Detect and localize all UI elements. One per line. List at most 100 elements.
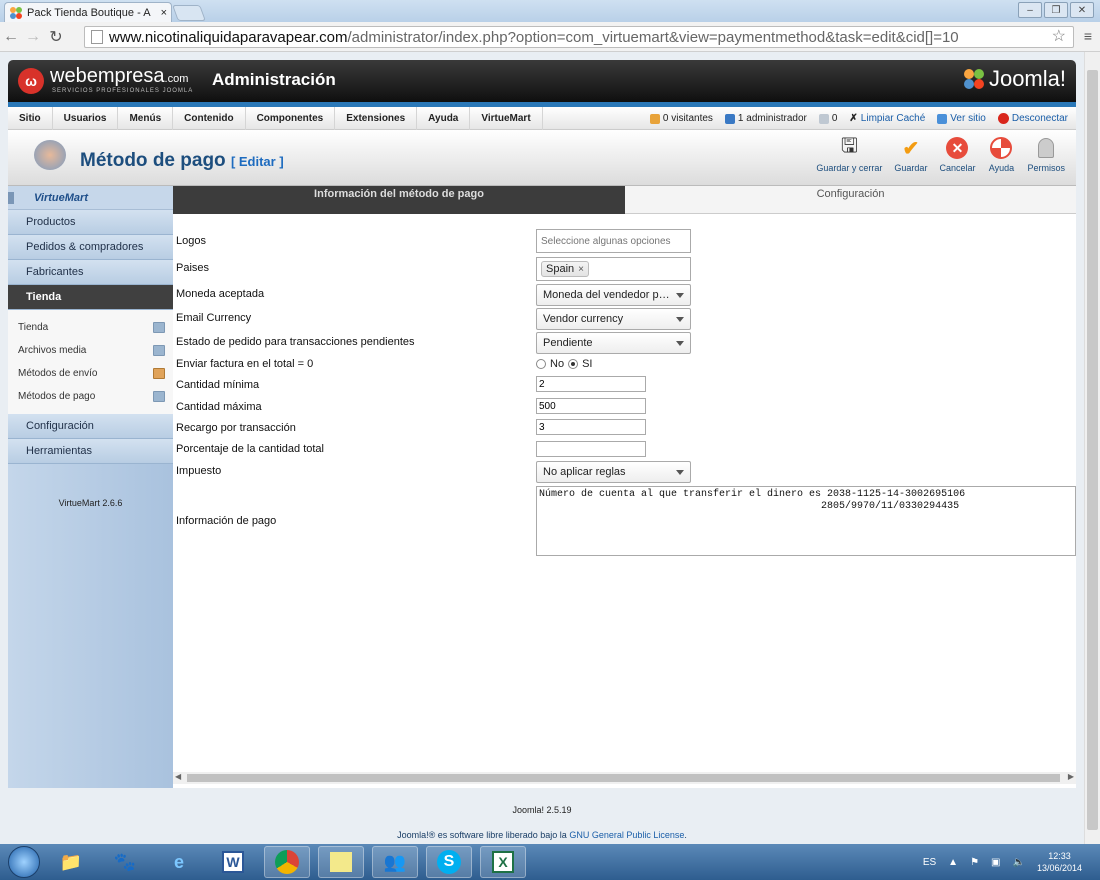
radio-yes[interactable] (568, 359, 579, 369)
country-chip: Spain × (541, 261, 589, 277)
messages-text: 0 (831, 113, 838, 124)
sidebar-item-pedidos[interactable]: Pedidos & compradores (8, 235, 173, 260)
minimize-icon[interactable]: – (1018, 2, 1042, 18)
url-host: www.nicotinaliquidaparavapear.com (109, 28, 348, 46)
sidebar-item-herramientas[interactable]: Herramientas (8, 439, 173, 464)
invoice-label: Enviar factura en el total = 0 (176, 358, 314, 370)
flag-icon[interactable]: ⚑ (970, 857, 979, 868)
skype-icon[interactable]: S (426, 846, 472, 878)
bookmark-star-icon[interactable]: ☆ (1052, 26, 1066, 46)
page-vertical-scrollbar[interactable] (1084, 52, 1100, 844)
close-window-icon[interactable]: ✕ (1070, 2, 1094, 18)
permissions-button[interactable]: Permisos (1024, 136, 1068, 173)
tab-configuration[interactable]: Configuración (625, 186, 1076, 214)
chip-remove-icon[interactable]: × (578, 264, 584, 275)
horizontal-scroll-thumb[interactable] (187, 774, 1060, 782)
page-scroll-thumb[interactable] (1087, 70, 1098, 830)
fee-input[interactable] (536, 419, 646, 435)
menu-ayuda[interactable]: Ayuda (417, 106, 471, 130)
chrome-icon[interactable] (264, 846, 310, 878)
save-close-button[interactable]: 🖫 Guardar y cerrar (813, 135, 885, 173)
explorer-icon[interactable]: 📁 (48, 846, 94, 878)
radio-yes-label: SI (582, 358, 593, 370)
word-icon[interactable]: W (210, 846, 256, 878)
sidebar-collapse-handle[interactable] (8, 192, 14, 204)
currency-select[interactable]: Moneda del vendedor p… (536, 284, 691, 306)
maximize-icon[interactable]: ❐ (1044, 2, 1068, 18)
volume-icon[interactable]: 🔈 (1013, 857, 1025, 868)
sidebar-item-tienda[interactable]: Tienda (8, 285, 173, 310)
radio-no[interactable] (536, 359, 546, 369)
help-label: Ayuda (988, 163, 1015, 173)
network-icon[interactable]: ▣ (991, 857, 1000, 868)
tab-payment-info[interactable]: Información del método de pago (173, 186, 625, 214)
menu-sitio[interactable]: Sitio (8, 106, 53, 130)
excel-icon[interactable]: X (480, 846, 526, 878)
tab-close-icon[interactable]: × (161, 7, 167, 19)
min-qty-input[interactable] (536, 376, 646, 392)
checkmark-icon: ✔ (902, 137, 920, 160)
help-button[interactable]: Ayuda (984, 136, 1018, 173)
pending-status-select[interactable]: Pendiente (536, 332, 691, 354)
browser-menu-icon[interactable]: ≡ (1084, 28, 1092, 44)
internet-explorer-icon[interactable]: e (156, 846, 202, 878)
save-button[interactable]: ✔ Guardar (891, 136, 930, 174)
clock[interactable]: 12:33 13/06/2014 (1037, 850, 1082, 874)
sidebar-sub-media[interactable]: Archivos media (8, 339, 173, 362)
horizontal-scrollbar[interactable]: ◀ ▶ (173, 772, 1076, 784)
menu-contenido[interactable]: Contenido (173, 106, 246, 130)
view-site-link[interactable]: Ver sitio (937, 113, 986, 124)
tray-expand-icon[interactable]: ▲ (948, 857, 958, 868)
scroll-left-icon[interactable]: ◀ (175, 772, 181, 781)
contacts-icon[interactable]: 👥 (372, 846, 418, 878)
tax-select[interactable]: No aplicar reglas (536, 461, 691, 483)
language-indicator[interactable]: ES (923, 857, 936, 868)
tab-title: Pack Tienda Boutique - A (27, 6, 151, 19)
reload-icon[interactable]: ↻ (44, 27, 68, 47)
sidebar-item-productos[interactable]: Productos (8, 210, 173, 235)
cancel-button[interactable]: ✕ Cancelar (936, 136, 978, 173)
percent-field (536, 441, 646, 457)
virtuemart-sidebar: VirtueMart Productos Pedidos & comprador… (8, 186, 173, 788)
address-bar[interactable]: www.nicotinaliquidaparavapear.com/admini… (84, 26, 1074, 48)
email-currency-select[interactable]: Vendor currency (536, 308, 691, 330)
save-label: Guardar (894, 163, 928, 173)
menu-extensiones[interactable]: Extensiones (335, 106, 418, 130)
menu-componentes[interactable]: Componentes (246, 106, 336, 130)
logout-link[interactable]: Desconectar (997, 113, 1068, 124)
clear-cache-link[interactable]: ✗ Limpiar Caché (849, 113, 925, 124)
max-qty-input[interactable] (536, 398, 646, 414)
start-button[interactable] (8, 846, 40, 878)
browser-tab[interactable]: Pack Tienda Boutique - A × (4, 2, 172, 22)
messages-icon (818, 113, 829, 124)
currency-field: Moneda del vendedor p… (536, 284, 691, 306)
payinfo-textarea[interactable]: Número de cuenta al que transferir el di… (536, 486, 1076, 556)
percent-input[interactable] (536, 441, 646, 457)
messages-status[interactable]: 0 (818, 113, 838, 124)
payment-method-icon (34, 140, 66, 170)
joomla-logo-text: Joomla! (988, 66, 1066, 91)
radio-no-label: No (550, 358, 565, 370)
menu-virtuemart[interactable]: VirtueMart (470, 106, 543, 130)
new-tab-button[interactable] (172, 5, 206, 21)
menu-usuarios[interactable]: Usuarios (53, 106, 119, 130)
sticky-notes-icon[interactable] (318, 846, 364, 878)
gimp-icon[interactable]: 🐾 (102, 846, 148, 878)
sidebar-item-fabricantes[interactable]: Fabricantes (8, 260, 173, 285)
forward-icon[interactable]: → (22, 28, 44, 46)
license-link[interactable]: GNU General Public License (569, 830, 684, 840)
scroll-right-icon[interactable]: ▶ (1068, 772, 1074, 781)
logos-select[interactable] (536, 229, 691, 253)
logos-input[interactable] (541, 235, 686, 247)
sidebar-sub-shipping[interactable]: Métodos de envío (8, 362, 173, 385)
virtuemart-logo: VirtueMart (8, 186, 173, 210)
sidebar-sub-tienda[interactable]: Tienda (8, 316, 173, 339)
save-close-label: Guardar y cerrar (816, 163, 883, 173)
system-tray: ES ▲ ⚑ ▣ 🔈 12:33 13/06/2014 (923, 844, 1082, 880)
menu-menus[interactable]: Menús (118, 106, 174, 130)
sidebar-item-configuracion[interactable]: Configuración (8, 414, 173, 439)
countries-select[interactable]: Spain × (536, 257, 691, 281)
email-currency-value: Vendor currency (543, 313, 624, 325)
sidebar-sub-payment[interactable]: Métodos de pago (8, 385, 173, 408)
back-icon[interactable]: ← (0, 28, 22, 46)
